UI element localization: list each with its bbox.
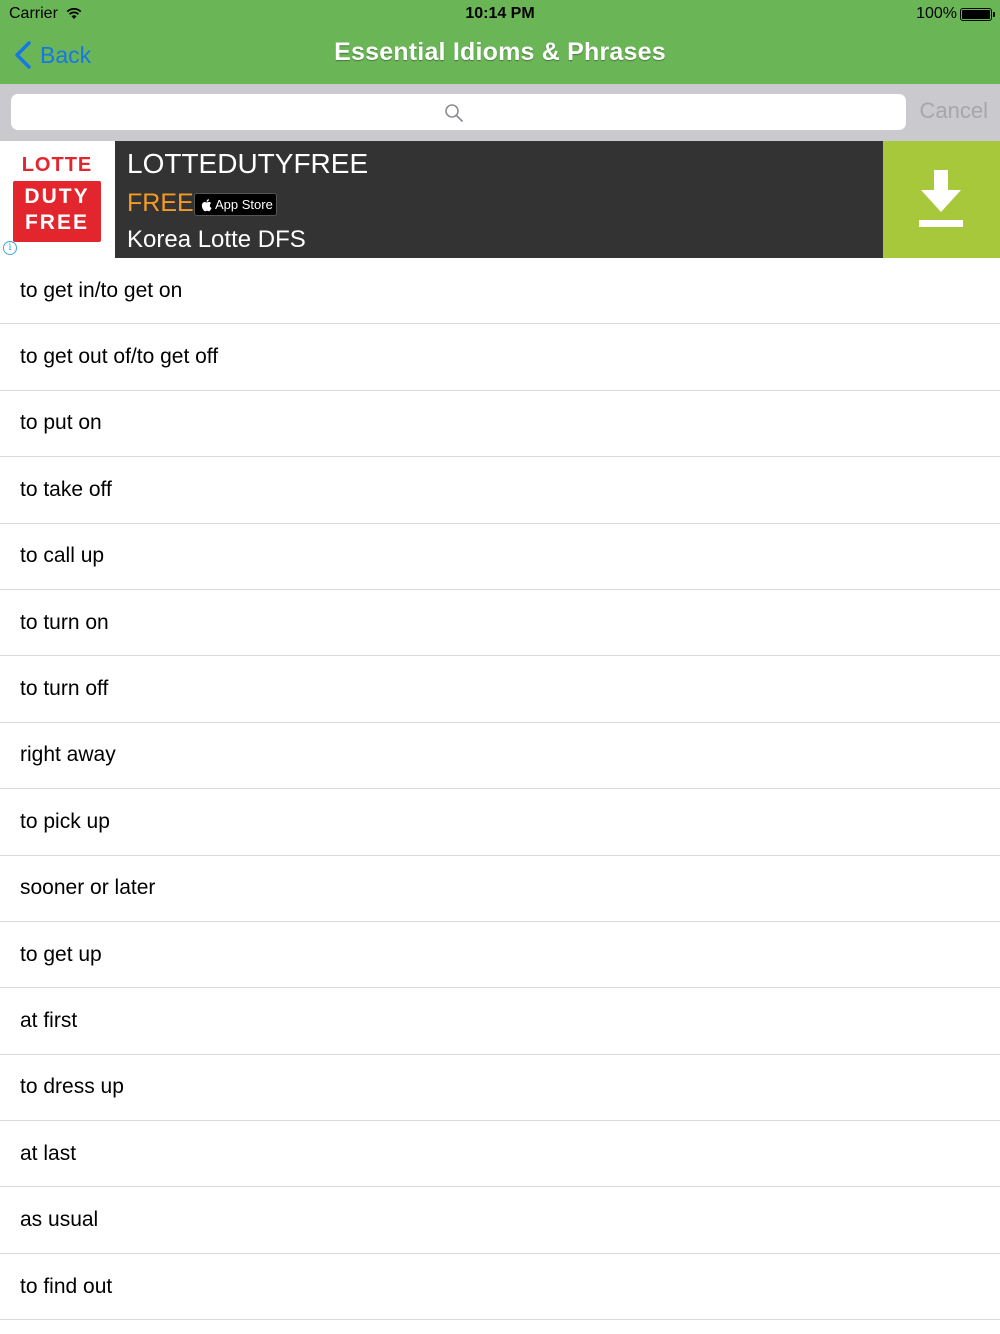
list-item[interactable]: to turn off (0, 656, 1000, 723)
list-item[interactable]: to get up (0, 921, 1000, 989)
list-item[interactable]: to take off (0, 457, 1000, 524)
list-item[interactable]: to call up (0, 523, 1000, 590)
navigation-header: Carrier 10:14 PM 100% Back Essential Idi… (0, 0, 1000, 84)
search-bar (0, 84, 1000, 141)
status-bar: Carrier 10:14 PM 100% (0, 0, 1000, 28)
page-title: Essential Idioms & Phrases (334, 38, 666, 66)
list-item[interactable]: sooner or later (0, 855, 1000, 922)
list-item[interactable]: to dress up (0, 1054, 1000, 1122)
download-button[interactable] (883, 141, 1000, 258)
download-icon (919, 170, 963, 227)
ad-title: LOTTEDUTYFREE (127, 148, 369, 179)
battery-icon (960, 8, 995, 21)
list-item[interactable]: to put on (0, 390, 1000, 458)
search-icon (445, 104, 463, 122)
list-item[interactable]: to find out (0, 1253, 1000, 1321)
ad-banner[interactable]: LOTTE DUTY FREE i LOTTEDUTYFREE FREE App… (0, 141, 1000, 258)
list-item[interactable]: to get out of/to get off (0, 324, 1000, 391)
list-item[interactable]: right away (0, 722, 1000, 790)
info-icon[interactable]: i (3, 241, 17, 255)
app-store-badge: App Store (194, 193, 277, 216)
cancel-button[interactable]: Cancel (920, 98, 988, 124)
list-item[interactable]: to turn on (0, 589, 1000, 657)
logo-text-duty: DUTY (24, 185, 90, 208)
list-item[interactable]: to get in/to get on (0, 258, 1000, 325)
ad-logo-area[interactable]: LOTTE DUTY FREE i (0, 141, 115, 258)
list-item[interactable]: at first (0, 988, 1000, 1055)
list-item[interactable]: at last (0, 1121, 1000, 1188)
ad-price: FREE (127, 189, 194, 217)
ad-subtitle: Korea Lotte DFS (127, 226, 306, 253)
logo-text-free: FREE (24, 211, 89, 234)
battery-percentage: 100% (916, 5, 957, 22)
idiom-list: to get in/to get on to get out of/to get… (0, 258, 1000, 1321)
app-store-label: App Store (215, 197, 273, 212)
logo-text-lotte: LOTTE (21, 154, 93, 176)
apple-icon (201, 198, 212, 211)
lotte-duty-free-logo: LOTTE DUTY FREE (13, 154, 101, 242)
list-item[interactable]: to pick up (0, 789, 1000, 856)
list-item[interactable]: as usual (0, 1187, 1000, 1254)
status-time: 10:14 PM (465, 5, 535, 22)
